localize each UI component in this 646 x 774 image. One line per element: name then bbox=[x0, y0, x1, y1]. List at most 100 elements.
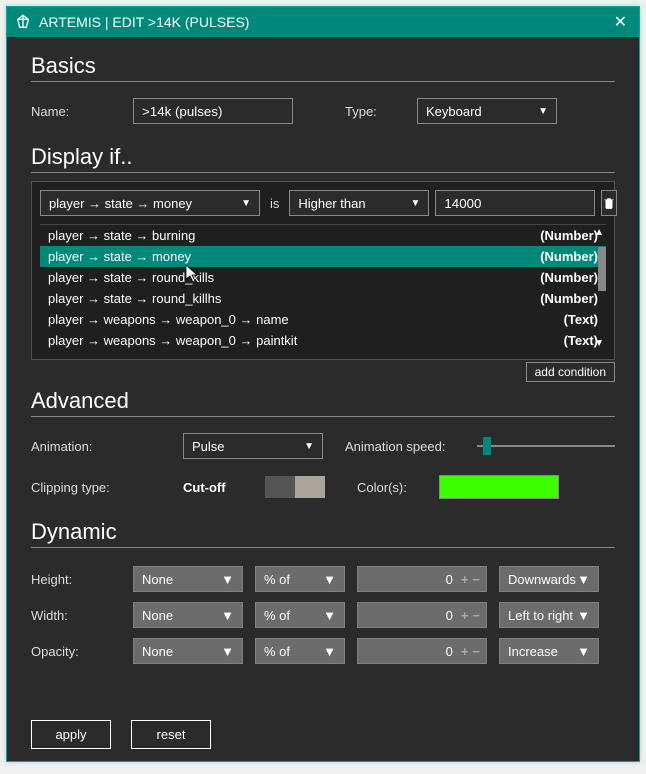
chevron-down-icon: ▼ bbox=[577, 608, 590, 623]
dynamic-direction-value: Downwards bbox=[508, 572, 576, 587]
dynamic-row: Height:None▼% of▼0+−Downwards▼ bbox=[31, 566, 615, 592]
dropdown-option-path: player → weapons → weapon_0 → paintkit bbox=[48, 333, 297, 348]
chevron-down-icon: ▼ bbox=[577, 644, 590, 659]
type-select[interactable]: Keyboard ▼ bbox=[417, 98, 557, 124]
color-swatch[interactable] bbox=[439, 475, 559, 499]
close-icon[interactable]: ✕ bbox=[610, 12, 631, 32]
chevron-down-icon: ▼ bbox=[323, 572, 336, 587]
condition-property-value: player → state → money bbox=[49, 196, 192, 211]
property-dropdown-list: ▲ ▼ player → state → burning(Number)play… bbox=[40, 224, 606, 351]
minus-icon[interactable]: − bbox=[472, 572, 480, 587]
dynamic-label: Width: bbox=[31, 608, 121, 623]
condition-row: player → state → money ▼ is Higher than … bbox=[40, 190, 606, 216]
dynamic-row: Opacity:None▼% of▼0+−Increase▼ bbox=[31, 638, 615, 664]
dropdown-option[interactable]: player → state → round_killhs (Number) bbox=[40, 288, 606, 309]
dropdown-option-type: (Text) bbox=[564, 312, 598, 327]
scroll-down-icon[interactable]: ▼ bbox=[594, 338, 604, 349]
dynamic-row: Width: None▼ % of▼ 0+− Left to right ▼ bbox=[31, 602, 615, 628]
dropdown-option-type: (Text) bbox=[564, 333, 598, 348]
condition-property-select[interactable]: player → state → money ▼ bbox=[40, 190, 260, 216]
app-window: ARTEMIS | EDIT >14K (PULSES) ✕ Basics Na… bbox=[6, 6, 640, 762]
dropdown-option[interactable]: player → weapons → weapon_0 → paintkit (T… bbox=[40, 330, 606, 351]
dropdown-option-type: (Number) bbox=[540, 270, 598, 285]
dynamic-unit-select[interactable]: % of ▼ bbox=[255, 638, 345, 664]
dropdown-option-path: player → weapons → weapon_0 → name bbox=[48, 312, 289, 327]
minus-icon[interactable]: − bbox=[472, 644, 480, 659]
type-select-value: Keyboard bbox=[426, 104, 482, 119]
plus-icon[interactable]: + bbox=[461, 608, 469, 623]
name-input[interactable] bbox=[133, 98, 293, 124]
dynamic-value-stepper[interactable]: 0 +− bbox=[357, 638, 487, 664]
dynamic-source-value: None bbox=[142, 644, 173, 659]
app-icon bbox=[15, 14, 31, 30]
animation-select-value: Pulse bbox=[192, 439, 225, 454]
dropdown-option-type: (Number) bbox=[540, 249, 598, 264]
chevron-down-icon: ▼ bbox=[538, 106, 548, 117]
delete-condition-button[interactable] bbox=[601, 190, 617, 216]
dynamic-direction-value: Increase bbox=[508, 644, 558, 659]
dynamic-unit-value: % of bbox=[264, 644, 290, 659]
dynamic-label: Height: bbox=[31, 572, 121, 587]
dynamic-source-select[interactable]: None ▼ bbox=[133, 638, 243, 664]
reset-button[interactable]: reset bbox=[131, 720, 211, 749]
minus-icon[interactable]: − bbox=[472, 608, 480, 623]
clipping-toggle[interactable] bbox=[265, 476, 325, 498]
dynamic-direction-select[interactable]: Increase ▼ bbox=[499, 638, 599, 664]
dynamic-source-value: None bbox=[142, 572, 173, 587]
scrollbar-thumb[interactable] bbox=[598, 247, 606, 291]
condition-operator-value: Higher than bbox=[298, 196, 365, 211]
dynamic-unit-select[interactable]: % of ▼ bbox=[255, 566, 345, 592]
dynamic-source-select[interactable]: None ▼ bbox=[133, 566, 243, 592]
plus-icon[interactable]: + bbox=[461, 572, 469, 587]
dynamic-value: 0 bbox=[364, 644, 457, 659]
dynamic-direction-select[interactable]: Left to right ▼ bbox=[499, 602, 599, 628]
dropdown-option[interactable]: player → state → round_kills (Number) bbox=[40, 267, 606, 288]
chevron-down-icon: ▼ bbox=[221, 608, 234, 623]
chevron-down-icon: ▼ bbox=[323, 644, 336, 659]
colors-label: Color(s): bbox=[357, 480, 427, 495]
dropdown-option-path: player → state → round_kills bbox=[48, 270, 214, 285]
dynamic-unit-select[interactable]: % of▼ bbox=[255, 602, 345, 628]
clipping-label: Clipping type: bbox=[31, 480, 171, 495]
apply-button[interactable]: apply bbox=[31, 720, 111, 749]
chevron-down-icon: ▼ bbox=[221, 572, 234, 587]
dynamic-direction-value: Left to right bbox=[508, 608, 573, 623]
dropdown-option[interactable]: player → weapons → weapon_0 → name (Text) bbox=[40, 309, 606, 330]
dynamic-value-stepper[interactable]: 0+− bbox=[357, 566, 487, 592]
plus-icon[interactable]: + bbox=[461, 644, 469, 659]
dynamic-source-select[interactable]: None▼ bbox=[133, 602, 243, 628]
dynamic-direction-select[interactable]: Downwards▼ bbox=[499, 566, 599, 592]
window-title: ARTEMIS | EDIT >14K (PULSES) bbox=[39, 14, 249, 30]
add-condition-button[interactable]: add condition bbox=[526, 362, 615, 382]
chevron-down-icon: ▼ bbox=[410, 198, 420, 209]
advanced-heading: Advanced bbox=[31, 388, 615, 417]
dropdown-option-path: player → state → round_killhs bbox=[48, 291, 221, 306]
footer: apply reset bbox=[31, 700, 615, 749]
condition-value-input[interactable] bbox=[435, 190, 595, 216]
speed-label: Animation speed: bbox=[345, 439, 465, 454]
dynamic-value-stepper[interactable]: 0+− bbox=[357, 602, 487, 628]
condition-operator-select[interactable]: Higher than ▼ bbox=[289, 190, 429, 216]
dropdown-option[interactable]: player → state → money (Number) bbox=[40, 246, 606, 267]
dropdown-option-type: (Number) bbox=[540, 291, 598, 306]
condition-container: player → state → money ▼ is Higher than … bbox=[31, 181, 615, 360]
dropdown-option-type: (Number) bbox=[540, 228, 598, 243]
dropdown-option-path: player → state → burning bbox=[48, 228, 195, 243]
trash-icon bbox=[602, 196, 616, 210]
scroll-up-icon[interactable]: ▲ bbox=[594, 227, 604, 238]
dynamic-unit-value: % of bbox=[264, 572, 290, 587]
chevron-down-icon: ▼ bbox=[323, 608, 336, 623]
animation-select[interactable]: Pulse ▼ bbox=[183, 433, 323, 459]
is-label: is bbox=[266, 196, 283, 211]
dropdown-option[interactable]: player → state → burning (Number) bbox=[40, 225, 606, 246]
chevron-down-icon: ▼ bbox=[304, 441, 314, 452]
type-label: Type: bbox=[345, 104, 405, 119]
chevron-down-icon: ▼ bbox=[221, 644, 234, 659]
chevron-down-icon: ▼ bbox=[577, 572, 590, 587]
basics-heading: Basics bbox=[31, 53, 615, 82]
slider-thumb[interactable] bbox=[483, 437, 491, 455]
speed-slider[interactable] bbox=[477, 434, 615, 458]
clipping-value: Cut-off bbox=[183, 480, 253, 495]
displayif-heading: Display if.. bbox=[31, 144, 615, 173]
dropdown-option-path: player → state → money bbox=[48, 249, 191, 264]
